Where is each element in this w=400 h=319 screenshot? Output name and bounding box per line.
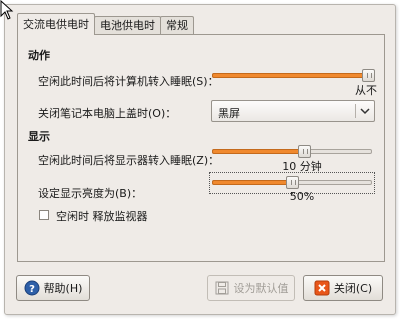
tab-battery-power[interactable]: 电池供电时: [94, 16, 161, 35]
display-section-title: 显示: [28, 130, 50, 143]
lid-action-combo[interactable]: 黑屏: [211, 100, 375, 122]
sleep-display-label: 空闲此时间后将显示器转入睡眠(Z)：: [38, 154, 220, 167]
save-defaults-icon: [214, 280, 230, 296]
slider-fill: [212, 149, 304, 154]
lid-action-value: 黑屏: [218, 107, 240, 120]
brightness-label: 设定显示亮度为(B)：: [38, 187, 143, 200]
dim-when-idle-checkbox[interactable]: [39, 210, 49, 220]
slider-knob[interactable]: [298, 145, 311, 158]
mouse-pointer-icon: [0, 0, 14, 20]
lid-close-label: 关闭笔记本电脑上盖时(O)：: [38, 107, 177, 120]
make-default-label: 设为默认值: [233, 282, 289, 295]
dim-when-idle-label[interactable]: 空闲时 释放监视器: [56, 208, 148, 224]
tab-ac-power[interactable]: 交流电供电时: [17, 13, 95, 35]
chevron-down-icon: [360, 108, 370, 115]
close-x-icon: [314, 280, 330, 296]
make-default-button[interactable]: 设为默认值: [207, 275, 295, 301]
help-button-label: 帮助(H): [43, 282, 83, 295]
combo-separator: [355, 104, 356, 118]
tab-bar: 交流电供电时 电池供电时 常规: [17, 13, 194, 35]
brightness-value: 50%: [289, 190, 315, 203]
close-button[interactable]: 关闭(C): [303, 275, 383, 301]
brightness-slider[interactable]: [209, 172, 375, 194]
tab-general[interactable]: 常规: [160, 16, 194, 35]
slider-knob[interactable]: [362, 69, 375, 82]
sleep-computer-value: 从不: [355, 84, 377, 97]
help-circle-icon: ?: [24, 280, 40, 296]
actions-section-title: 动作: [28, 49, 50, 62]
help-button[interactable]: ? 帮助(H): [16, 275, 90, 301]
slider-fill: [212, 180, 292, 185]
close-button-label: 关闭(C): [333, 282, 373, 295]
ac-power-page: 动作 空闲此时间后将计算机转入睡眠(S)： 从不 关闭笔记本电脑上盖时(O)： …: [17, 34, 385, 262]
sleep-display-value: 10 分钟: [282, 160, 322, 173]
power-preferences-window: 交流电供电时 电池供电时 常规 动作 空闲此时间后将计算机转入睡眠(S)： 从不…: [4, 4, 396, 315]
sleep-computer-label: 空闲此时间后将计算机转入睡眠(S)：: [38, 75, 219, 88]
slider-fill: [212, 73, 368, 78]
slider-knob[interactable]: [286, 176, 299, 189]
svg-text:?: ?: [29, 284, 35, 295]
